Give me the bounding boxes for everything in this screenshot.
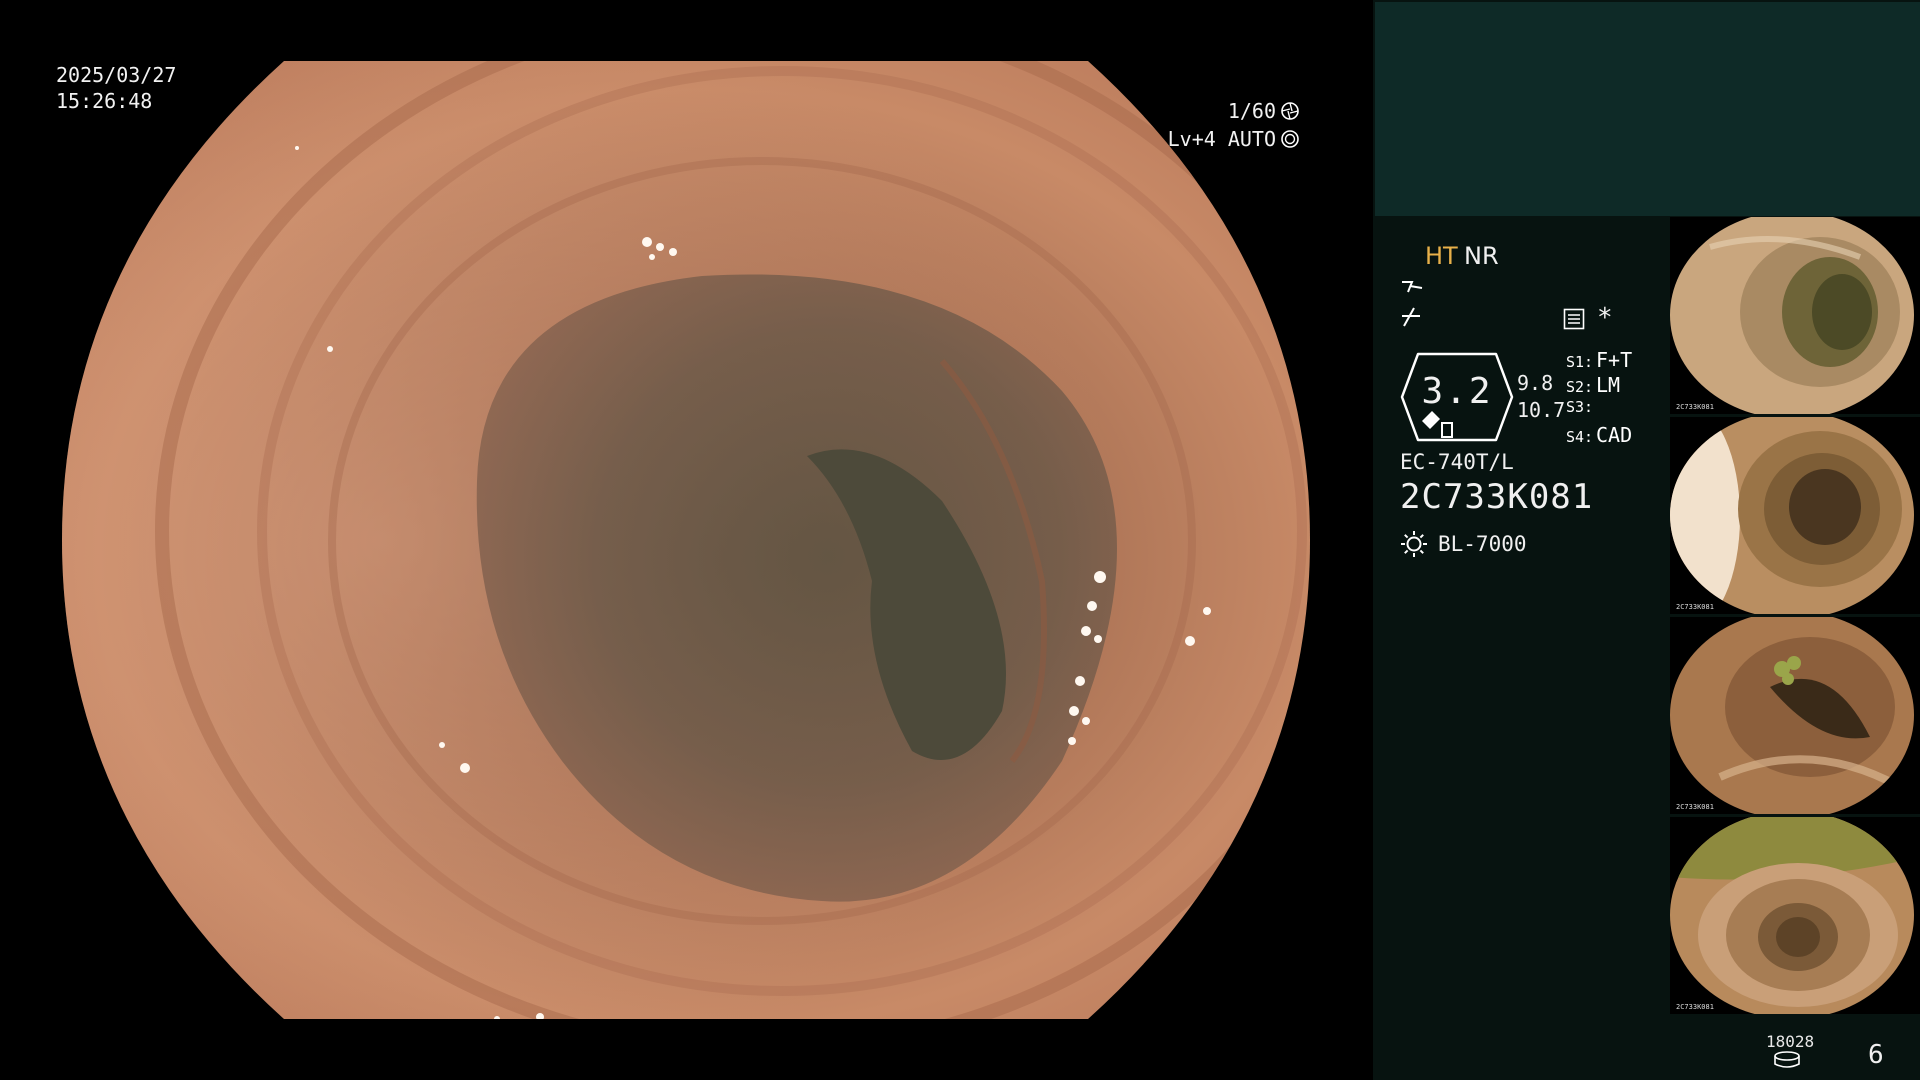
switch-s4-key: S4: — [1566, 428, 1594, 446]
endoscopic-image — [62, 61, 1310, 1019]
time-text: 15:26:48 — [56, 89, 153, 113]
zoom-distance-b: 10.7 — [1517, 398, 1566, 422]
aperture-icon — [1281, 102, 1299, 120]
shutter-speed-text: 1/60 — [1227, 99, 1276, 123]
switch-s1-key: S1: — [1566, 353, 1594, 371]
thumbnail-image — [1670, 417, 1914, 614]
page-number: 6 — [1868, 1040, 1884, 1070]
zoom-distance-a: 9.8 — [1517, 371, 1554, 395]
thumbnail-code: 2C733K081 — [1676, 403, 1714, 411]
shutter-speed: 1/60 — [1228, 98, 1300, 124]
date-text: 2025/03/27 — [56, 63, 177, 87]
endoscopic-view: 2025/03/27 15:26:48 1/60 Lv+4 AUTO — [0, 0, 1373, 1080]
nr-mode-label: NR — [1464, 242, 1499, 270]
switch-s1: S1: F+T — [1566, 348, 1632, 372]
storage-icon — [1774, 1051, 1800, 1068]
switch-s2: S2: LM — [1566, 373, 1620, 397]
ht-mode-label: HT — [1425, 242, 1458, 270]
thumbnail-1[interactable]: 2C733K081 — [1670, 217, 1920, 414]
zoom-value: 3.2 — [1421, 371, 1493, 412]
switch-s2-value: LM — [1596, 373, 1621, 397]
switch-s4: S4: CAD — [1566, 423, 1632, 447]
brightness-level: Lv+4 AUTO — [1168, 126, 1300, 152]
thumbnail-2[interactable]: 2C733K081 — [1670, 417, 1920, 614]
switch-s3: S3: — [1566, 398, 1596, 416]
star-indicator: * — [1597, 303, 1613, 333]
menu-grid-icon — [1563, 308, 1585, 330]
thumbnail-code: 2C733K081 — [1676, 803, 1714, 811]
thumbnail-image — [1670, 617, 1914, 814]
light-source-icon — [1401, 531, 1427, 557]
brightness-level-text: Lv+4 AUTO — [1167, 127, 1276, 151]
thumbnail-4[interactable]: 2C733K081 — [1670, 817, 1920, 1014]
switch-s4-value: CAD — [1596, 423, 1633, 447]
thumbnail-image — [1670, 217, 1914, 414]
record-count: 18028 — [1766, 1032, 1815, 1051]
color-eq-icon — [1402, 307, 1420, 327]
iris-icon — [1281, 130, 1299, 148]
switch-s2-key: S2: — [1566, 378, 1594, 396]
thumbnail-3[interactable]: 2C733K081 — [1670, 617, 1920, 814]
thumbnail-image — [1670, 817, 1914, 1014]
serial-number: 2C733K081 — [1400, 477, 1594, 517]
light-source-model: BL-7000 — [1438, 532, 1527, 556]
switch-s1-value: F+T — [1596, 348, 1633, 372]
panel-header — [1375, 2, 1920, 216]
switch-s3-key: S3: — [1566, 398, 1594, 416]
thumbnail-code: 2C733K081 — [1676, 603, 1714, 611]
settings-info: HT NR * 3.2 9.8 10.7 S1: F+T S2: LM S3: … — [1400, 240, 1670, 580]
enhancement-icon — [1402, 281, 1423, 293]
thumbnail-code: 2C733K081 — [1676, 1003, 1714, 1011]
scope-model: EC-740T/L — [1400, 450, 1514, 474]
